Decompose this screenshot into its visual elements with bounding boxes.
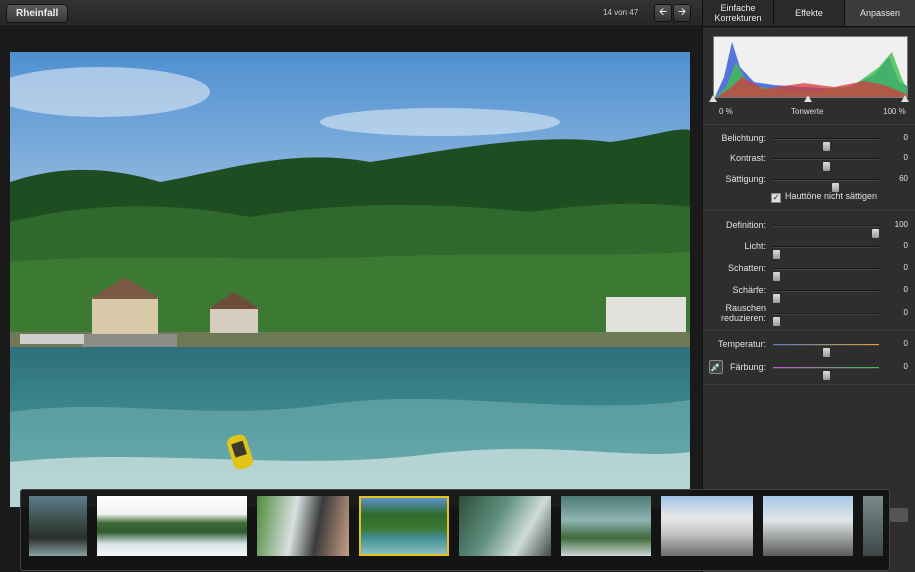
definition-value: 100 bbox=[894, 220, 908, 229]
sharpness-slider-row: Schärfe: 0 bbox=[703, 281, 915, 303]
midtone-handle[interactable] bbox=[804, 95, 812, 102]
contrast-slider-row: Kontrast: 0 bbox=[703, 149, 915, 171]
panel-toggle-button[interactable] bbox=[890, 508, 908, 522]
highlights-label: Licht: bbox=[744, 241, 766, 251]
thumbnail[interactable] bbox=[97, 496, 247, 556]
shadows-value: 0 bbox=[903, 263, 908, 272]
arrow-left-icon: 🡨 bbox=[658, 7, 668, 18]
highlights-knob[interactable] bbox=[773, 250, 780, 259]
arrow-right-icon: 🡪 bbox=[677, 7, 687, 18]
exposure-value: 0 bbox=[903, 133, 908, 142]
exposure-slider[interactable] bbox=[773, 138, 879, 151]
tab-basic-corrections[interactable]: Einfache Korrekturen bbox=[702, 0, 773, 26]
noise-label-line1: Rauschen bbox=[725, 303, 766, 313]
highlights-slider-row: Licht: 0 bbox=[703, 237, 915, 259]
noise-reduction-knob[interactable] bbox=[773, 317, 780, 326]
white-point-handle[interactable] bbox=[901, 95, 909, 102]
thumbnail[interactable] bbox=[29, 496, 87, 556]
tint-slider-row: Färbung: 0 bbox=[703, 358, 915, 380]
contrast-slider[interactable] bbox=[773, 158, 879, 171]
shadows-knob[interactable] bbox=[773, 272, 780, 281]
shadows-slider-row: Schatten: 0 bbox=[703, 259, 915, 281]
temperature-value: 0 bbox=[903, 339, 908, 348]
definition-slider[interactable] bbox=[773, 225, 879, 238]
definition-label: Definition: bbox=[725, 220, 766, 230]
highlights-slider[interactable] bbox=[773, 246, 879, 259]
saturation-slider[interactable] bbox=[773, 179, 879, 192]
thumbnail-selected[interactable] bbox=[359, 496, 449, 556]
histogram-max-label: 100 % bbox=[883, 107, 906, 116]
exposure-slider-row: Belichtung: 0 bbox=[703, 129, 915, 151]
sharpness-label: Schärfe: bbox=[732, 285, 766, 295]
histogram-center-label: Tonwerte bbox=[791, 107, 824, 116]
highlights-value: 0 bbox=[903, 241, 908, 250]
saturation-slider-row: Sättigung: 60 bbox=[703, 170, 915, 192]
histogram-min-label: 0 % bbox=[719, 107, 733, 116]
tint-value: 0 bbox=[903, 362, 908, 371]
album-back-button[interactable]: Rheinfall bbox=[6, 4, 69, 23]
top-toolbar: Rheinfall 14 von 47 🡨 🡪 bbox=[0, 0, 702, 27]
temperature-label: Temperatur: bbox=[717, 339, 766, 349]
definition-slider-row: Definition: 100 bbox=[703, 216, 915, 238]
filmstrip bbox=[20, 489, 890, 571]
sharpness-value: 0 bbox=[903, 285, 908, 294]
sharpness-knob[interactable] bbox=[773, 294, 780, 303]
edit-tabs: Einfache Korrekturen Effekte Anpassen bbox=[702, 0, 915, 27]
divider bbox=[703, 384, 915, 385]
divider bbox=[703, 210, 915, 211]
thumbnail[interactable] bbox=[661, 496, 753, 556]
contrast-label: Kontrast: bbox=[729, 153, 766, 163]
divider bbox=[703, 330, 915, 331]
exposure-label: Belichtung: bbox=[721, 133, 766, 143]
tint-label: Färbung: bbox=[729, 362, 766, 372]
divider bbox=[703, 124, 915, 125]
next-photo-button[interactable]: 🡪 bbox=[673, 4, 691, 22]
shadows-label: Schatten: bbox=[727, 263, 766, 273]
histogram bbox=[713, 36, 908, 98]
shadows-slider[interactable] bbox=[773, 268, 879, 281]
skin-tones-label: Hauttöne nicht sättigen bbox=[785, 191, 878, 201]
tab-effects[interactable]: Effekte bbox=[773, 0, 844, 26]
noise-label-line2: reduzieren: bbox=[720, 313, 766, 323]
photo-counter: 14 von 47 bbox=[603, 8, 639, 17]
sharpness-slider[interactable] bbox=[773, 290, 879, 303]
thumbnail[interactable] bbox=[763, 496, 853, 556]
saturation-label: Sättigung: bbox=[725, 174, 766, 184]
thumbnail[interactable] bbox=[561, 496, 651, 556]
previous-photo-button[interactable]: 🡨 bbox=[654, 4, 672, 22]
contrast-value: 0 bbox=[903, 153, 908, 162]
checkmark-icon[interactable]: ✓ bbox=[771, 193, 781, 203]
thumbnail[interactable] bbox=[863, 496, 883, 556]
noise-reduction-slider[interactable] bbox=[773, 313, 879, 326]
saturation-value: 60 bbox=[899, 174, 908, 183]
thumbnail[interactable] bbox=[257, 496, 349, 556]
temperature-slider[interactable] bbox=[773, 344, 879, 357]
noise-reduction-value: 0 bbox=[903, 308, 908, 317]
main-photo[interactable] bbox=[10, 52, 690, 507]
skin-tones-option[interactable]: ✓ Hauttöne nicht sättigen bbox=[771, 191, 877, 203]
tint-slider[interactable] bbox=[773, 367, 879, 380]
noise-reduction-slider-row: Rauschen reduzieren: 0 bbox=[703, 303, 915, 326]
tab-adjust[interactable]: Anpassen bbox=[844, 0, 915, 26]
black-point-handle[interactable] bbox=[709, 95, 717, 102]
noise-reduction-label: Rauschen reduzieren: bbox=[721, 303, 766, 323]
thumbnail[interactable] bbox=[459, 496, 551, 556]
tint-knob[interactable] bbox=[822, 371, 830, 380]
temperature-knob[interactable] bbox=[822, 348, 830, 357]
temperature-slider-row: Temperatur: 0 bbox=[703, 335, 915, 357]
photo-editor-window: Rheinfall 14 von 47 🡨 🡪 Einfache Korrekt… bbox=[0, 0, 915, 572]
